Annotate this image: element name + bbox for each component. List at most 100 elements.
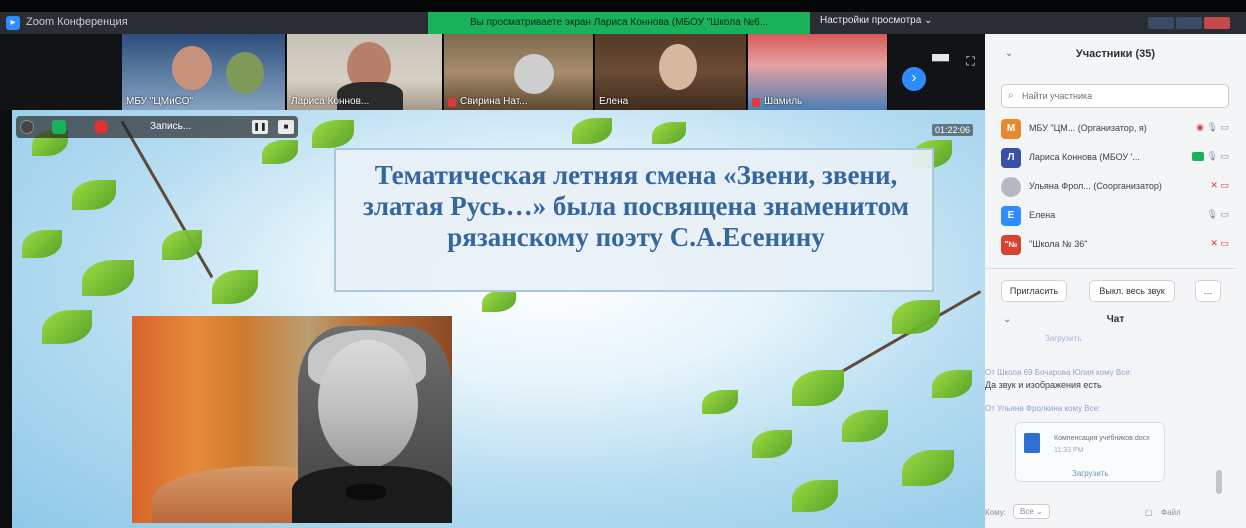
thumbnail-name: Лариса Коннов... <box>291 96 370 107</box>
meeting-timer: 01:22:06 <box>932 124 974 136</box>
portrait-bowtie <box>346 484 386 500</box>
participant-face <box>514 54 554 94</box>
fullscreen-icon[interactable]: ⛶ <box>966 54 974 68</box>
stop-recording-button[interactable]: ■ <box>278 120 294 134</box>
participant-name: Лариса Коннова (МБОУ '... <box>1029 152 1140 162</box>
gallery-controls: ▀▀ ⛶ <box>932 54 975 69</box>
participant-row[interactable]: М МБУ "ЦМ... (Организатор, я) ◉ 🎙 ▭ <box>985 114 1235 143</box>
pause-recording-button[interactable]: ❚❚ <box>252 120 268 134</box>
mic-muted-icon[interactable]: ✕ <box>1210 180 1218 190</box>
participant-avatar: "№ <box>1001 235 1021 255</box>
chat-recipient-select[interactable]: Все ⌄ <box>1013 504 1050 519</box>
chat-message-sender: От Ульяна Фролкина кому Все: <box>985 404 1101 413</box>
chat-scrollbar[interactable] <box>1216 470 1222 494</box>
participant-row[interactable]: Л Лариса Коннова (МБОУ '... 🎙 ▭ <box>985 143 1235 172</box>
share-toolbar: Запись... ❚❚ ■ <box>16 116 298 138</box>
participants-title: Участники (35) <box>1075 48 1156 60</box>
leaf-decoration <box>262 140 298 164</box>
mic-muted-icon <box>448 98 456 107</box>
video-thumbnail[interactable]: Елена <box>595 34 747 110</box>
portrait-face <box>318 340 418 468</box>
divider <box>985 268 1235 269</box>
chat-message-text: Да звук и изображения есть <box>985 380 1102 390</box>
close-button[interactable] <box>1204 17 1230 29</box>
esenin-portrait-image <box>132 316 452 523</box>
leaf-decoration <box>792 370 844 406</box>
layout-icon[interactable]: ▀▀ <box>932 54 949 68</box>
leaf-decoration <box>72 180 116 210</box>
participant-search-input[interactable] <box>1022 88 1222 104</box>
shield-icon[interactable] <box>52 120 66 134</box>
leaf-decoration <box>22 230 62 258</box>
record-icon[interactable] <box>94 120 108 134</box>
camera-icon[interactable]: ▭ <box>1220 209 1229 219</box>
participant-avatar: Е <box>1001 206 1021 226</box>
zoom-app-icon: ▸ <box>6 16 20 30</box>
leaf-decoration <box>82 260 134 296</box>
minimize-button[interactable] <box>1148 17 1174 29</box>
invite-button[interactable]: Пригласить <box>1001 280 1067 302</box>
participants-header: ⌄ Участники (35) <box>985 48 1246 66</box>
video-thumbnail-strip: МБУ "ЦМиСО" Лариса Коннов... Свирина Нат… <box>0 34 985 110</box>
mute-all-button[interactable]: Выкл. весь звук <box>1089 280 1175 302</box>
leaf-decoration <box>932 370 972 398</box>
participant-face <box>659 44 697 90</box>
maximize-button[interactable] <box>1176 17 1202 29</box>
participant-row[interactable]: "№ "Школа № 36" ✕ ▭ <box>985 230 1235 259</box>
file-download-link[interactable]: Загрузить <box>1072 469 1109 478</box>
camera-icon[interactable]: ▭ <box>1220 122 1229 132</box>
participant-row[interactable]: Ульяна Фрол... (Соорганизатор) ✕ ▭ <box>985 172 1235 201</box>
participant-name: МБУ "ЦМ... (Организатор, я) <box>1029 123 1147 133</box>
file-button[interactable]: Файл <box>1161 508 1181 517</box>
video-thumbnail[interactable]: МБУ "ЦМиСО" <box>122 34 286 110</box>
zoom-screen: ▸ Zoom Конференция Вы просматриваете экр… <box>0 0 1246 528</box>
search-icon: ⌕ <box>1008 90 1014 101</box>
video-thumbnail[interactable]: Свирина Нат... <box>444 34 594 110</box>
leaf-decoration <box>482 290 516 312</box>
chat-message-sender: От Школа 69 Бочарова Юлия кому Все: <box>985 368 1132 377</box>
camera-icon[interactable]: ▭ <box>1220 151 1229 161</box>
participant-avatar <box>1001 177 1021 197</box>
camera-off-icon[interactable]: ▭ <box>1220 238 1229 248</box>
participant-avatar: Л <box>1001 148 1021 168</box>
leaf-decoration <box>42 310 92 344</box>
mic-muted-icon[interactable]: ✕ <box>1210 238 1218 248</box>
leaf-decoration <box>212 270 258 304</box>
window-title: Zoom Конференция <box>26 16 128 28</box>
file-name: Компенсация учебников.docx <box>1054 435 1150 442</box>
camera-off-icon[interactable]: ▭ <box>1220 180 1229 190</box>
video-thumbnail[interactable]: Лариса Коннов... <box>287 34 443 110</box>
thumbnail-name: Елена <box>599 96 629 107</box>
document-icon <box>1024 433 1040 453</box>
chat-file-card[interactable]: Компенсация учебников.docx 11:33 РМ Загр… <box>1015 422 1165 482</box>
thumbnail-name: Свирина Нат... <box>460 96 528 107</box>
microphone-icon[interactable]: 🎙 <box>1207 209 1218 219</box>
participant-row[interactable]: Е Елена 🎙 ▭ <box>985 201 1235 230</box>
microphone-icon[interactable]: 🎙 <box>1207 151 1218 161</box>
leaf-decoration <box>752 430 792 458</box>
leaf-decoration <box>572 118 612 144</box>
participant-search[interactable]: ⌕ <box>1001 84 1229 108</box>
video-thumbnail[interactable]: Шамиль <box>748 34 888 110</box>
monitor-bezel <box>0 0 1246 12</box>
view-settings-menu[interactable]: Настройки просмотра ⌄ <box>820 15 932 26</box>
thumbnail-name: Шамиль <box>764 96 803 107</box>
view-icon[interactable] <box>20 120 34 134</box>
leaf-decoration <box>702 390 738 414</box>
file-icon[interactable]: ▢ <box>1145 508 1153 517</box>
leaf-decoration <box>312 120 354 148</box>
leaf-decoration <box>842 410 888 442</box>
mic-muted-icon <box>752 98 760 107</box>
chat-footer: Кому: Все ⌄ ▢ Файл <box>985 502 1246 524</box>
participant-avatar: М <box>1001 119 1021 139</box>
participant-name: "Школа № 36" <box>1029 239 1088 249</box>
slide-title-box: Тематическая летняя смена «Звени, звени,… <box>334 148 934 292</box>
slide-title: Тематическая летняя смена «Звени, звени,… <box>362 160 910 252</box>
participant-face <box>226 52 264 94</box>
chat-header: ⌄ Чат <box>985 314 1246 332</box>
next-page-icon[interactable]: › <box>902 67 926 91</box>
more-options-button[interactable]: … <box>1195 280 1221 302</box>
chat-to-label: Кому: <box>985 508 1006 517</box>
microphone-icon[interactable]: 🎙 <box>1207 122 1218 132</box>
participant-list: М МБУ "ЦМ... (Организатор, я) ◉ 🎙 ▭ Л Ла… <box>985 114 1235 259</box>
